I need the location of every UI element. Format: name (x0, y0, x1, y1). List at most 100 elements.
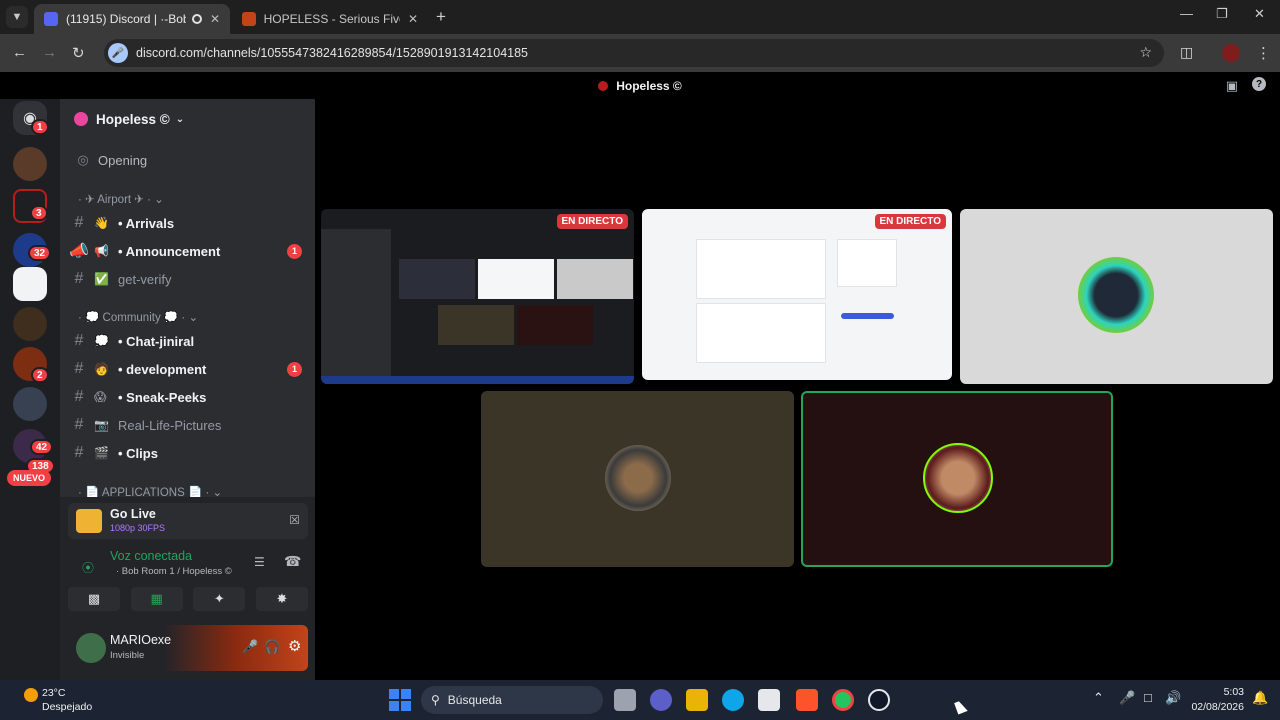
server-badge: 3 (30, 205, 48, 221)
video-tile-5-speaking[interactable] (801, 391, 1113, 567)
channel-chat-jiniral[interactable]: # 💭 • Chat-jiniral (68, 328, 306, 354)
server-icon[interactable] (13, 147, 47, 181)
close-tab-icon[interactable]: ✕ (408, 12, 418, 26)
forward-arrow-icon[interactable]: → (42, 44, 57, 61)
chevron-up-icon[interactable]: ⌃ (1093, 690, 1104, 706)
search-icon: ⚲ (431, 693, 440, 707)
stop-stream-icon[interactable]: ☒ (289, 513, 300, 527)
stream-content (517, 305, 593, 345)
category-label: · 💭 Community 💭 · (78, 312, 186, 324)
windows-start-icon[interactable] (389, 689, 411, 711)
channel-emoji: 👋 (94, 216, 109, 230)
voice-controls: ▩ ▦ ✦ ✸ (68, 587, 308, 611)
camera-off-button[interactable]: ▩ (68, 587, 120, 611)
chevron-down-icon: ⌄ (175, 113, 185, 125)
channel-clips[interactable]: # 🎬 • Clips (68, 440, 306, 466)
obs-icon[interactable] (868, 689, 890, 711)
chrome-icon[interactable] (832, 689, 854, 711)
minimize-button[interactable]: — (1180, 6, 1193, 21)
microphone-icon[interactable]: 🎤 (1119, 690, 1135, 706)
help-icon[interactable]: ? (1252, 77, 1266, 91)
tab-label: HOPELESS - Serious FiveM Role (263, 12, 400, 26)
channel-name: get-verify (118, 271, 172, 287)
file-explorer-icon[interactable] (686, 689, 708, 711)
stream-content (696, 303, 826, 363)
clock-date[interactable]: 02/08/2026 (1184, 701, 1244, 713)
close-tab-icon[interactable]: ✕ (210, 12, 220, 26)
disconnect-icon[interactable]: ☎ (284, 553, 301, 570)
channel-name: • Clips (118, 445, 158, 461)
channel-announcement[interactable]: 📣 📢 • Announcement 1 (68, 238, 306, 264)
category-community[interactable]: · 💭 Community 💭 · ⌄ (78, 310, 198, 324)
live-badge: EN DIRECTO (874, 214, 946, 229)
profile-avatar[interactable] (1222, 44, 1240, 62)
unread-badge: 1 (287, 361, 302, 377)
tab-search-button[interactable]: ▼ (6, 6, 28, 28)
new-tab-button[interactable]: + (436, 7, 446, 27)
server-icon[interactable] (13, 267, 47, 301)
clock-time[interactable]: 5:03 (1204, 686, 1244, 698)
inbox-icon[interactable]: ▣ (1226, 78, 1238, 94)
maximize-button[interactable]: ❐ (1216, 6, 1228, 22)
voice-status[interactable]: Voz conectada (110, 549, 192, 563)
server-icon[interactable] (13, 387, 47, 421)
server-rail: ◉ 1 3 32 2 42 138 NUEVO (0, 99, 60, 680)
channel-get-verify[interactable]: # ✅ get-verify (68, 266, 306, 292)
extensions-icon[interactable]: ◫ (1180, 44, 1193, 61)
channel-arrivals[interactable]: # 👋 • Arrivals (68, 210, 306, 236)
chevron-down-icon: ⌄ (188, 312, 199, 324)
video-tile-4[interactable] (481, 391, 794, 567)
hash-icon: # (74, 416, 84, 433)
opening-item[interactable]: ◎ Opening (72, 147, 310, 173)
signal-icon[interactable]: ⦿ (82, 559, 94, 576)
category-airport[interactable]: · ✈ Airport ✈ · ⌄ (78, 192, 164, 206)
teams-icon[interactable] (650, 689, 672, 711)
tab-hopeless[interactable]: HOPELESS - Serious FiveM Role ✕ (232, 4, 428, 34)
reload-icon[interactable]: ↻ (72, 44, 85, 62)
notification-bell-icon[interactable]: 🔔 (1252, 690, 1268, 706)
channel-name: • Announcement (118, 243, 221, 259)
stream-content (696, 239, 826, 299)
server-icon[interactable] (13, 307, 47, 341)
activities-button[interactable]: ✦ (193, 587, 246, 611)
volume-icon[interactable]: 🔊 (1165, 690, 1181, 706)
go-live-card[interactable]: Go Live 1080p 30FPS ☒ (68, 503, 308, 539)
headphones-icon[interactable]: 🎧 (264, 639, 280, 655)
soundboard-button[interactable]: ✸ (255, 587, 308, 611)
address-bar[interactable]: 🎤 discord.com/channels/10555473824162898… (104, 39, 1164, 67)
guild-header[interactable]: Hopeless © ⌄ 👤 (60, 99, 315, 139)
video-tile-3[interactable] (960, 209, 1273, 384)
channel-real-life-pictures[interactable]: # 📷 Real-Life-Pictures (68, 412, 306, 438)
channel-emoji: 🧑 (94, 362, 109, 376)
channel-development[interactable]: # 🧑 • development 1 (68, 356, 306, 382)
microphone-icon[interactable]: 🎤 (242, 639, 258, 655)
store-icon[interactable] (758, 689, 780, 711)
bookmark-star-icon[interactable]: ☆ (1139, 44, 1152, 61)
weather-temp[interactable]: 23°C (42, 687, 65, 699)
taskbar-search[interactable]: ⚲ Búsqueda (421, 686, 603, 714)
discord-favicon (44, 12, 58, 26)
channel-sneak-peeks[interactable]: # 😱 • Sneak-Peeks (68, 384, 306, 410)
guild-name: Hopeless © (96, 111, 170, 127)
weather-desc[interactable]: Despejado (42, 701, 92, 713)
avatar[interactable] (76, 633, 106, 663)
settings-gear-icon[interactable]: ⚙ (288, 637, 301, 655)
window-close-button[interactable]: ✕ (1254, 6, 1265, 22)
task-view-icon[interactable] (614, 689, 636, 711)
voice-room[interactable]: · Bob Room 1 / Hopeless © (116, 566, 232, 577)
windows-taskbar: 23°C Despejado ⚲ Búsqueda ⌃ 🎤 □ 🔊 5:03 0… (0, 680, 1280, 720)
category-label: · ✈ Airport ✈ · (78, 194, 151, 206)
stream-tile-1[interactable]: EN DIRECTO (321, 209, 634, 384)
megaphone-icon: 📣 (69, 243, 89, 260)
edge-icon[interactable] (722, 689, 744, 711)
site-info-icon[interactable]: 🎤 (108, 43, 128, 63)
user-name[interactable]: MARIOexe (110, 633, 171, 647)
tab-discord[interactable]: (11915) Discord | ·-Bob R ✕ (34, 4, 230, 34)
back-arrow-icon[interactable]: ← (12, 44, 27, 61)
noise-suppression-icon[interactable]: ☰ (254, 555, 265, 569)
browser-menu-icon[interactable]: ⋮ (1256, 44, 1271, 62)
network-icon[interactable]: □ (1144, 690, 1152, 705)
stream-tile-2[interactable]: EN DIRECTO (642, 209, 952, 380)
brave-icon[interactable] (796, 689, 818, 711)
screen-share-button[interactable]: ▦ (130, 587, 183, 611)
